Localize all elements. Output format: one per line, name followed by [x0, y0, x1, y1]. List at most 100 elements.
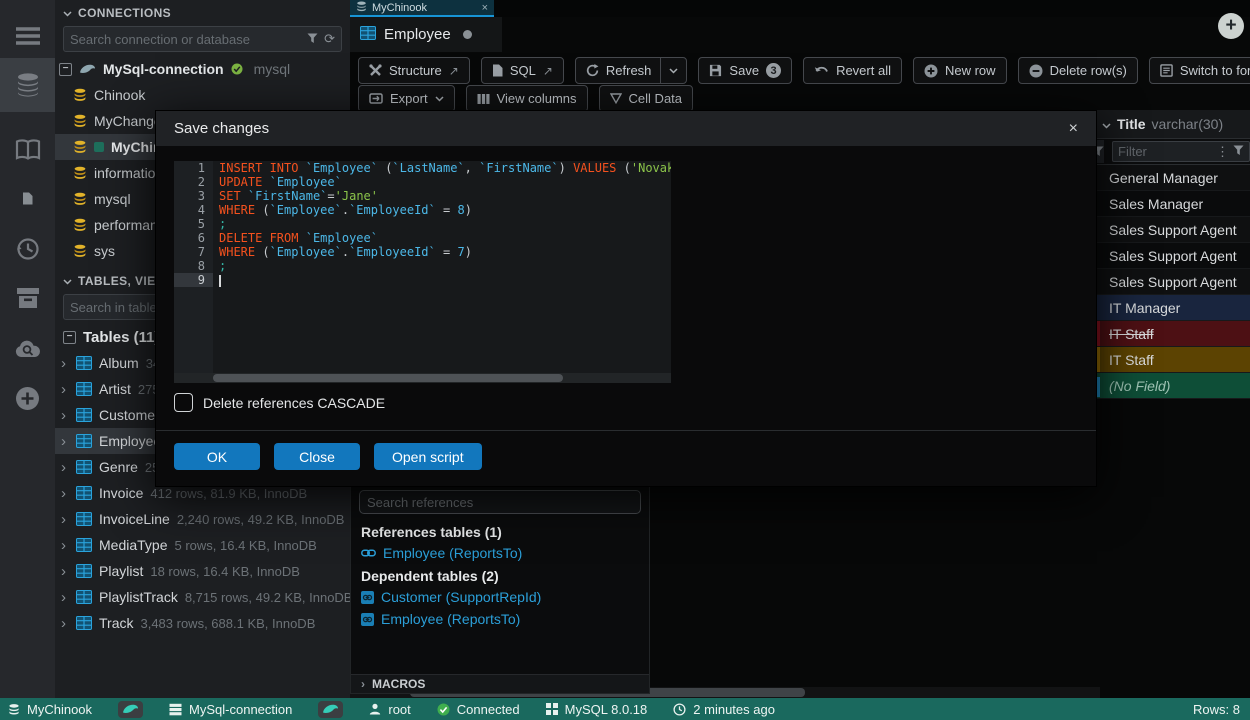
- open-script-button[interactable]: Open script: [374, 443, 482, 470]
- tab-bar: MyChinook ×: [350, 0, 1250, 17]
- structure-button[interactable]: Structure↗: [358, 57, 470, 84]
- title-cell[interactable]: Sales Support Agent: [1100, 243, 1250, 268]
- column-header-title[interactable]: Title varchar(30): [1090, 110, 1250, 139]
- rail-item-book[interactable]: [0, 124, 55, 176]
- chevron-right-icon[interactable]: ›: [61, 407, 69, 424]
- grid-row-1[interactable]: General Manager: [1090, 165, 1250, 191]
- title-cell[interactable]: Sales Support Agent: [1100, 217, 1250, 242]
- status-item-mysql-8-0-18[interactable]: MySQL 8.0.18: [546, 702, 648, 717]
- grid-row-9[interactable]: (No Field): [1090, 373, 1250, 399]
- chevron-right-icon[interactable]: ›: [61, 381, 69, 398]
- title-cell[interactable]: IT Manager: [1100, 295, 1250, 320]
- tab-employee[interactable]: Employee: [350, 17, 502, 52]
- chevron-right-icon[interactable]: ›: [61, 511, 69, 528]
- db-yellow-icon: [73, 88, 87, 102]
- status-item-root[interactable]: root: [369, 702, 410, 717]
- grid-row-5[interactable]: Sales Support Agent: [1090, 269, 1250, 295]
- collapse-icon[interactable]: −: [63, 331, 76, 344]
- table-item-track[interactable]: ›Track3,483 rows, 688.1 KB, InnoDB: [55, 610, 350, 636]
- table-icon: [76, 408, 92, 422]
- table-item-playlisttrack[interactable]: ›PlaylistTrack8,715 rows, 49.2 KB, InnoD…: [55, 584, 350, 610]
- grid-row-6[interactable]: IT Manager: [1090, 295, 1250, 321]
- refresh-button[interactable]: Refresh: [575, 57, 688, 84]
- sql-button[interactable]: SQL↗: [481, 57, 564, 84]
- tree-db-chinook[interactable]: Chinook: [55, 82, 350, 108]
- reference-link-employee-reportsto-[interactable]: Employee (ReportsTo): [351, 542, 649, 564]
- chevron-right-icon[interactable]: ›: [61, 485, 69, 502]
- save-button[interactable]: Save3: [698, 57, 792, 84]
- revert-all-button[interactable]: Revert all: [803, 57, 902, 84]
- rail-item-plus-circle[interactable]: [0, 372, 55, 424]
- connections-section-header[interactable]: CONNECTIONS: [55, 0, 350, 24]
- ok-button[interactable]: OK: [174, 443, 260, 470]
- editor-scrollbar-thumb[interactable]: [213, 374, 563, 382]
- title-cell[interactable]: Sales Support Agent: [1100, 269, 1250, 294]
- rail-item-menu[interactable]: [0, 10, 55, 62]
- macros-section-header[interactable]: › MACROS: [351, 674, 649, 693]
- title-cell[interactable]: General Manager: [1100, 165, 1250, 190]
- title-cell[interactable]: (No Field): [1100, 373, 1250, 398]
- tab-mychinook[interactable]: MyChinook ×: [350, 0, 494, 17]
- delete-row-s--button[interactable]: Delete row(s): [1018, 57, 1138, 84]
- switch-to-form-button[interactable]: Switch to form: [1149, 57, 1250, 84]
- delete-cascade-checkbox[interactable]: [174, 393, 193, 412]
- dialog-close-icon[interactable]: ×: [1069, 120, 1078, 138]
- references-search-input[interactable]: Search references: [359, 490, 641, 514]
- tables-group-label: Tables (11): [83, 329, 159, 346]
- filter-funnel-icon[interactable]: [307, 32, 318, 47]
- status-item-dolphin[interactable]: [318, 701, 343, 718]
- sql-preview-editor[interactable]: 123456789 INSERT INTO `Employee` (`LastN…: [174, 161, 671, 383]
- rail-item-file[interactable]: [0, 172, 55, 224]
- title-cell[interactable]: IT Staff: [1100, 347, 1250, 372]
- grid-row-2[interactable]: Sales Manager: [1090, 191, 1250, 217]
- rail-item-history[interactable]: [0, 222, 55, 274]
- view-columns-button[interactable]: View columns: [466, 85, 588, 112]
- chevron-right-icon[interactable]: ›: [61, 615, 69, 632]
- reference-link-employee-reportsto-[interactable]: Employee (ReportsTo): [351, 608, 649, 630]
- grid-row-7[interactable]: IT Staff: [1090, 321, 1250, 347]
- table-item-invoiceline[interactable]: ›InvoiceLine2,240 rows, 49.2 KB, InnoDB: [55, 506, 350, 532]
- title-cell[interactable]: IT Staff: [1100, 321, 1250, 346]
- reference-link-customer-supportrepid-[interactable]: Customer (SupportRepId): [351, 586, 649, 608]
- chevron-right-icon[interactable]: ›: [61, 589, 69, 606]
- table-item-playlist[interactable]: ›Playlist18 rows, 16.4 KB, InnoDB: [55, 558, 350, 584]
- status-item-mysql-connection[interactable]: MySql-connection: [169, 702, 292, 717]
- cell-data-button[interactable]: Cell Data: [599, 85, 693, 112]
- columns-icon: [477, 93, 490, 105]
- status-item-mychinook[interactable]: MyChinook: [8, 702, 92, 717]
- connection-search-input[interactable]: Search connection or database ⟳: [63, 26, 342, 52]
- chevron-right-icon[interactable]: ›: [61, 459, 69, 476]
- refresh-dropdown-button[interactable]: [660, 58, 686, 83]
- kebab-menu-icon[interactable]: ⋮: [1216, 144, 1229, 160]
- chevron-right-icon[interactable]: ›: [61, 433, 69, 450]
- chevron-right-icon[interactable]: ›: [61, 537, 69, 554]
- status-item-dolphin[interactable]: [118, 701, 143, 718]
- title-cell[interactable]: Sales Manager: [1100, 191, 1250, 216]
- tab-close-icon[interactable]: ×: [482, 2, 488, 14]
- refresh-icon[interactable]: ⟳: [324, 31, 335, 47]
- chevron-right-icon[interactable]: ›: [61, 355, 69, 372]
- chevron-right-icon[interactable]: ›: [61, 563, 69, 580]
- new-row-button[interactable]: New row: [913, 57, 1007, 84]
- grid-row-3[interactable]: Sales Support Agent: [1090, 217, 1250, 243]
- filter-funnel-icon[interactable]: [1233, 144, 1244, 159]
- user-icon: [369, 703, 381, 715]
- add-button[interactable]: +: [1218, 13, 1244, 39]
- collapse-icon[interactable]: −: [59, 63, 72, 76]
- rail-item-cloud-search[interactable]: [0, 322, 55, 374]
- status-item-2-minutes-ago[interactable]: 2 minutes ago: [673, 702, 775, 717]
- database-icon: [15, 72, 41, 98]
- button-label: Save: [729, 63, 759, 78]
- dolphin-icon: [322, 703, 339, 715]
- export-button[interactable]: Export: [358, 85, 455, 112]
- tree-connection-mysql-connection[interactable]: −MySql-connectionmysql: [55, 56, 350, 82]
- table-item-mediatype[interactable]: ›MediaType5 rows, 16.4 KB, InnoDB: [55, 532, 350, 558]
- grid-row-4[interactable]: Sales Support Agent: [1090, 243, 1250, 269]
- editor-scrollbar[interactable]: [174, 373, 671, 383]
- grid-row-8[interactable]: IT Staff: [1090, 347, 1250, 373]
- close-button[interactable]: Close: [274, 443, 360, 470]
- rail-item-database[interactable]: [0, 58, 55, 112]
- status-item-connected[interactable]: Connected: [437, 702, 520, 717]
- rail-item-archive[interactable]: [0, 272, 55, 324]
- filter-input[interactable]: Filter ⋮: [1112, 141, 1250, 162]
